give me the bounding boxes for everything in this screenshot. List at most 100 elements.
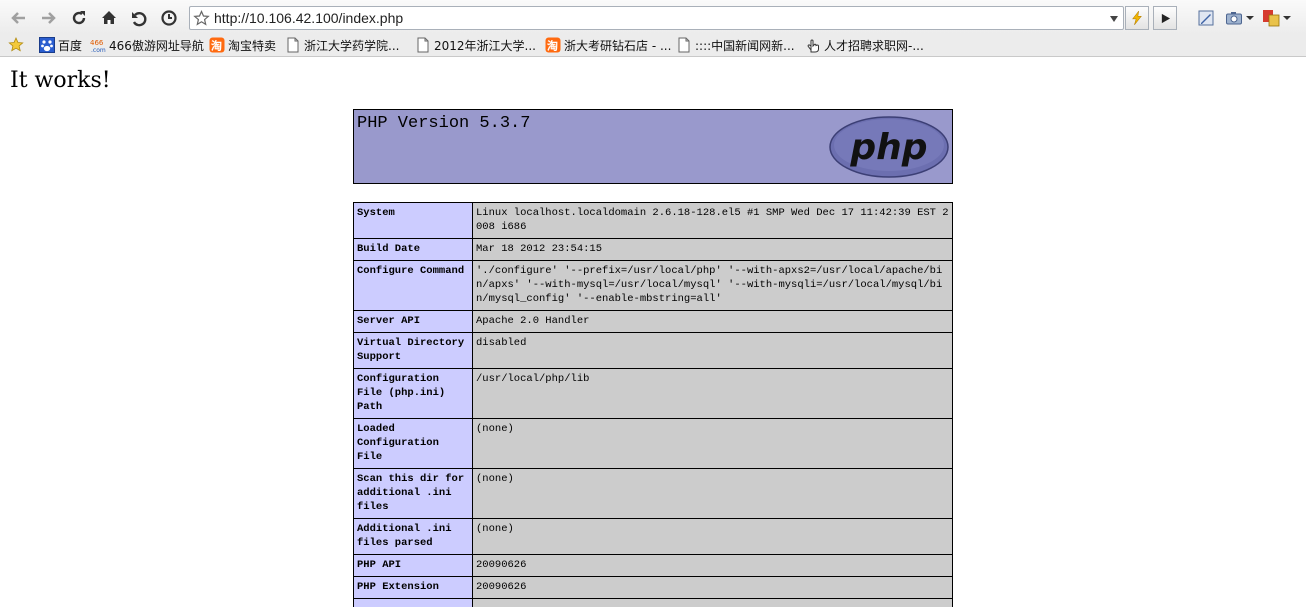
bookmarks-bar: 百度 466 .com 466傲游网址导航 淘 淘宝特卖 浙江大学药学院... 2… — [0, 34, 1306, 57]
screenshot-button[interactable] — [1225, 8, 1254, 28]
row-key: Build Date — [353, 238, 473, 261]
home-icon — [102, 11, 116, 24]
browser-toolbar: http://10.106.42.100/index.php — [0, 0, 1306, 34]
php-info-table: System Linux localhost.localdomain 2.6.18… — [353, 202, 953, 607]
hand-icon — [807, 39, 819, 53]
play-icon — [1161, 13, 1170, 23]
svg-text:淘: 淘 — [211, 39, 222, 53]
home-button[interactable] — [98, 7, 120, 29]
camera-icon — [1226, 12, 1242, 25]
table-row: Configure Command './configure' '--prefix… — [353, 260, 953, 311]
it-works-heading: It works! — [10, 68, 111, 93]
translate-icon — [1263, 10, 1280, 27]
forward-arrow-icon — [42, 12, 56, 24]
table-row: Loaded Configuration File (none) — [353, 418, 953, 469]
php-logo-text: php — [849, 127, 927, 168]
row-value: Apache 2.0 Handler — [472, 310, 953, 333]
bookmarks-star-button[interactable] — [8, 36, 27, 54]
bookmark-label: 人才招聘求职网-... — [824, 38, 924, 53]
table-row: Build Date Mar 18 2012 23:54:15 — [353, 238, 953, 261]
table-row: PHP API 20090626 — [353, 554, 953, 577]
forward-button[interactable] — [37, 7, 59, 29]
bookmark-item-job-site[interactable]: 人才招聘求职网-... — [805, 36, 924, 54]
row-value: Mar 18 2012 23:54:15 — [472, 238, 953, 261]
row-value: disabled — [472, 332, 953, 369]
table-row: Server API Apache 2.0 Handler — [353, 310, 953, 333]
chevron-down-icon[interactable] — [1109, 15, 1119, 23]
php-version-title: PHP Version 5.3.7 — [357, 114, 531, 133]
undo-close-button[interactable] — [128, 7, 150, 29]
bookmark-item-taobao[interactable]: 淘 淘宝特卖 — [209, 36, 276, 54]
edit-tool-button[interactable] — [1197, 8, 1215, 28]
table-row: Virtual Directory Support disabled — [353, 332, 953, 369]
chevron-down-icon — [1283, 16, 1291, 20]
bookmark-label: ::::中国新闻网新... — [695, 38, 795, 53]
svg-text:466: 466 — [90, 39, 104, 47]
row-value: (none) — [472, 518, 953, 555]
table-row: Scan this dir for additional .ini files(… — [353, 468, 953, 519]
page-icon — [287, 37, 299, 53]
bookmark-label: 百度 — [58, 38, 83, 53]
bookmark-label: 浙大考研钻石店 - ... — [564, 38, 672, 53]
baidu-icon — [39, 37, 55, 53]
undo-icon — [132, 12, 147, 27]
row-key: Virtual Directory Support — [353, 332, 473, 369]
row-key — [353, 598, 473, 607]
php-version-header: PHP Version 5.3.7 php — [353, 109, 953, 184]
lightning-icon — [1132, 10, 1142, 26]
row-key: PHP API — [353, 554, 473, 577]
row-key: Scan this dir for additional .ini files — [353, 468, 473, 519]
row-value: (none) — [472, 468, 953, 519]
go-button[interactable] — [1153, 6, 1177, 30]
page-icon — [678, 37, 690, 53]
bookmark-item-466[interactable]: 466 .com 466傲游网址导航 — [90, 36, 204, 54]
bookmark-item-chinanews[interactable]: ::::中国新闻网新... — [676, 36, 795, 54]
chevron-down-icon — [1246, 16, 1254, 20]
reload-button[interactable] — [68, 7, 90, 29]
bookmark-item-zju-2012[interactable]: 2012年浙江大学... — [415, 36, 536, 54]
row-key: Configure Command — [353, 260, 473, 311]
bookmark-item-zju-pharmacy[interactable]: 浙江大学药学院... — [285, 36, 399, 54]
table-row: Additional .ini files parsed (none) — [353, 518, 953, 555]
row-key: Configuration File (php.ini) Path — [353, 368, 473, 419]
url-text[interactable]: http://10.106.42.100/index.php — [214, 10, 403, 26]
row-value: 20090626 — [472, 576, 953, 599]
back-button[interactable] — [8, 7, 30, 29]
466-icon: 466.com — [90, 39, 106, 53]
bookmark-label: 浙江大学药学院... — [304, 38, 400, 53]
row-value — [472, 598, 953, 607]
row-key: Loaded Configuration File — [353, 418, 473, 469]
svg-text:淘: 淘 — [547, 39, 558, 53]
row-value: (none) — [472, 418, 953, 469]
bookmark-label: 淘宝特卖 — [228, 38, 277, 53]
star-icon — [8, 37, 24, 52]
bookmark-label: 466傲游网址导航 — [109, 38, 204, 53]
row-value: Linux localhost.localdomain 2.6.18-128.e… — [472, 202, 953, 239]
row-value: /usr/local/php/lib — [472, 368, 953, 419]
bookmark-item-zju-kaoyan[interactable]: 淘 浙大考研钻石店 - ... — [545, 36, 671, 54]
row-key: System — [353, 202, 473, 239]
address-bar[interactable]: http://10.106.42.100/index.php — [189, 6, 1124, 30]
pencil-icon — [1198, 10, 1214, 26]
table-row: Configuration File (php.ini) Path/usr/lo… — [353, 368, 953, 419]
row-key: Server API — [353, 310, 473, 333]
table-row: PHP Extension 20090626 — [353, 576, 953, 599]
page-icon — [417, 37, 429, 53]
row-value: 20090626 — [472, 554, 953, 577]
history-button[interactable] — [158, 7, 180, 29]
bookmark-item-baidu[interactable]: 百度 — [39, 36, 82, 54]
taobao-icon: 淘 — [545, 37, 561, 53]
taobao-icon: 淘 — [209, 37, 225, 53]
php-logo[interactable]: php — [829, 116, 949, 178]
translate-button[interactable] — [1262, 8, 1291, 28]
table-row: System Linux localhost.localdomain 2.6.18… — [353, 202, 953, 239]
bookmark-label: 2012年浙江大学... — [434, 38, 536, 53]
reload-icon — [72, 11, 86, 25]
row-value: './configure' '--prefix=/usr/local/php' … — [472, 260, 953, 311]
bookmark-star-icon[interactable] — [193, 10, 210, 27]
row-key: PHP Extension — [353, 576, 473, 599]
speed-mode-button[interactable] — [1125, 6, 1149, 30]
row-key: Additional .ini files parsed — [353, 518, 473, 555]
back-arrow-icon — [11, 12, 25, 24]
table-row — [353, 598, 953, 607]
